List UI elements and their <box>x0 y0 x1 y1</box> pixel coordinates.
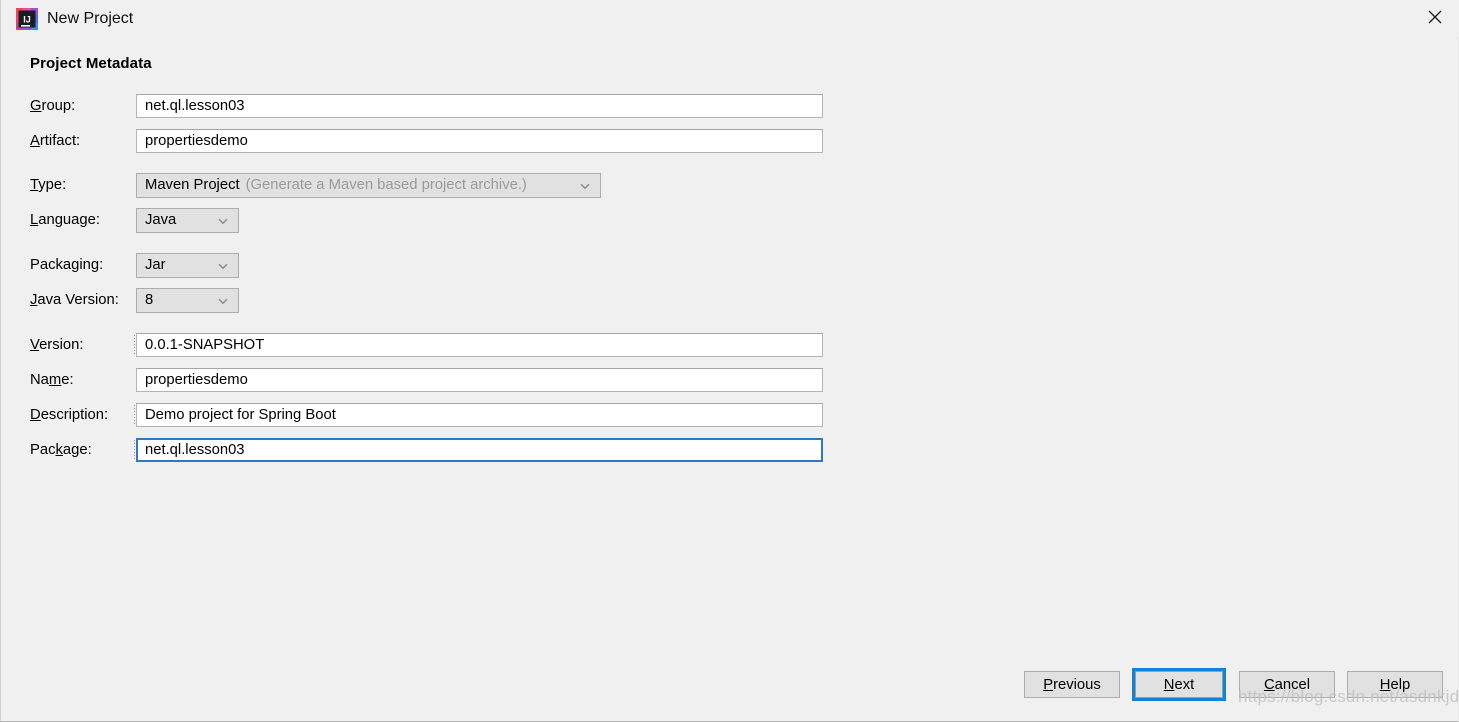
group-input[interactable] <box>136 94 823 118</box>
java-version-label: Java Version: <box>30 292 119 308</box>
form-row-package: Package: <box>1 438 1459 462</box>
help-button[interactable]: Help <box>1347 671 1443 698</box>
field-edge-marker <box>134 405 135 425</box>
previous-button-label: Previous <box>1043 676 1101 693</box>
chevron-down-icon <box>217 260 229 272</box>
form-row-java-version: Java Version: 8 <box>1 288 1459 313</box>
form-row-language: Language: Java <box>1 208 1459 233</box>
next-button[interactable]: Next <box>1132 668 1226 701</box>
version-input[interactable] <box>136 333 823 357</box>
title-bar: IJ New Project <box>1 0 1459 37</box>
chevron-down-icon <box>579 180 591 192</box>
language-combobox[interactable]: Java <box>136 208 239 233</box>
package-input[interactable] <box>136 438 823 462</box>
dialog-footer: Previous Next Cancel Help <box>1 662 1459 722</box>
packaging-label: Packaging: <box>30 257 104 273</box>
type-label: Type: <box>30 177 67 193</box>
intellij-idea-icon: IJ <box>15 7 39 31</box>
next-button-label: Next <box>1163 676 1195 693</box>
type-combobox-hint: (Generate a Maven based project archive.… <box>245 177 527 193</box>
form-row-type: Type: Maven Project (Generate a Maven ba… <box>1 173 1459 198</box>
close-icon[interactable] <box>1410 0 1459 34</box>
group-label: Group: <box>30 98 76 114</box>
name-input[interactable] <box>136 368 823 392</box>
version-label: Version: <box>30 337 84 353</box>
java-version-combobox-value: 8 <box>145 292 154 308</box>
type-combobox[interactable]: Maven Project (Generate a Maven based pr… <box>136 173 601 198</box>
artifact-label: Artifact: <box>30 133 81 149</box>
language-label: Language: <box>30 212 100 228</box>
form-row-packaging: Packaging: Jar <box>1 253 1459 278</box>
packaging-combobox-value: Jar <box>145 257 166 273</box>
chevron-down-icon <box>217 295 229 307</box>
cancel-button[interactable]: Cancel <box>1239 671 1335 698</box>
dialog-content: Project Metadata Group: Artifact: Type: … <box>1 37 1459 722</box>
description-input[interactable] <box>136 403 823 427</box>
packaging-combobox[interactable]: Jar <box>136 253 239 278</box>
field-edge-marker <box>134 335 135 355</box>
page-title: Project Metadata <box>30 55 152 72</box>
chevron-down-icon <box>217 215 229 227</box>
previous-button[interactable]: Previous <box>1024 671 1120 698</box>
artifact-input[interactable] <box>136 129 823 153</box>
window-title: New Project <box>47 10 134 27</box>
field-edge-marker <box>134 440 135 460</box>
name-label: Name: <box>30 372 74 388</box>
form-row-version: Version: <box>1 333 1459 357</box>
cancel-button-label: Cancel <box>1263 676 1311 693</box>
type-combobox-value: Maven Project <box>145 177 240 193</box>
form-row-description: Description: <box>1 403 1459 427</box>
form-row-group: Group: <box>1 94 1459 118</box>
description-label: Description: <box>30 407 109 423</box>
svg-text:IJ: IJ <box>23 15 31 25</box>
java-version-combobox[interactable]: 8 <box>136 288 239 313</box>
form-row-artifact: Artifact: <box>1 129 1459 153</box>
package-label: Package: <box>30 442 92 458</box>
help-button-label: Help <box>1379 676 1411 693</box>
language-combobox-value: Java <box>145 212 177 228</box>
form-row-name: Name: <box>1 368 1459 392</box>
new-project-dialog: IJ New Project Project Metadata Group: A… <box>0 0 1459 722</box>
